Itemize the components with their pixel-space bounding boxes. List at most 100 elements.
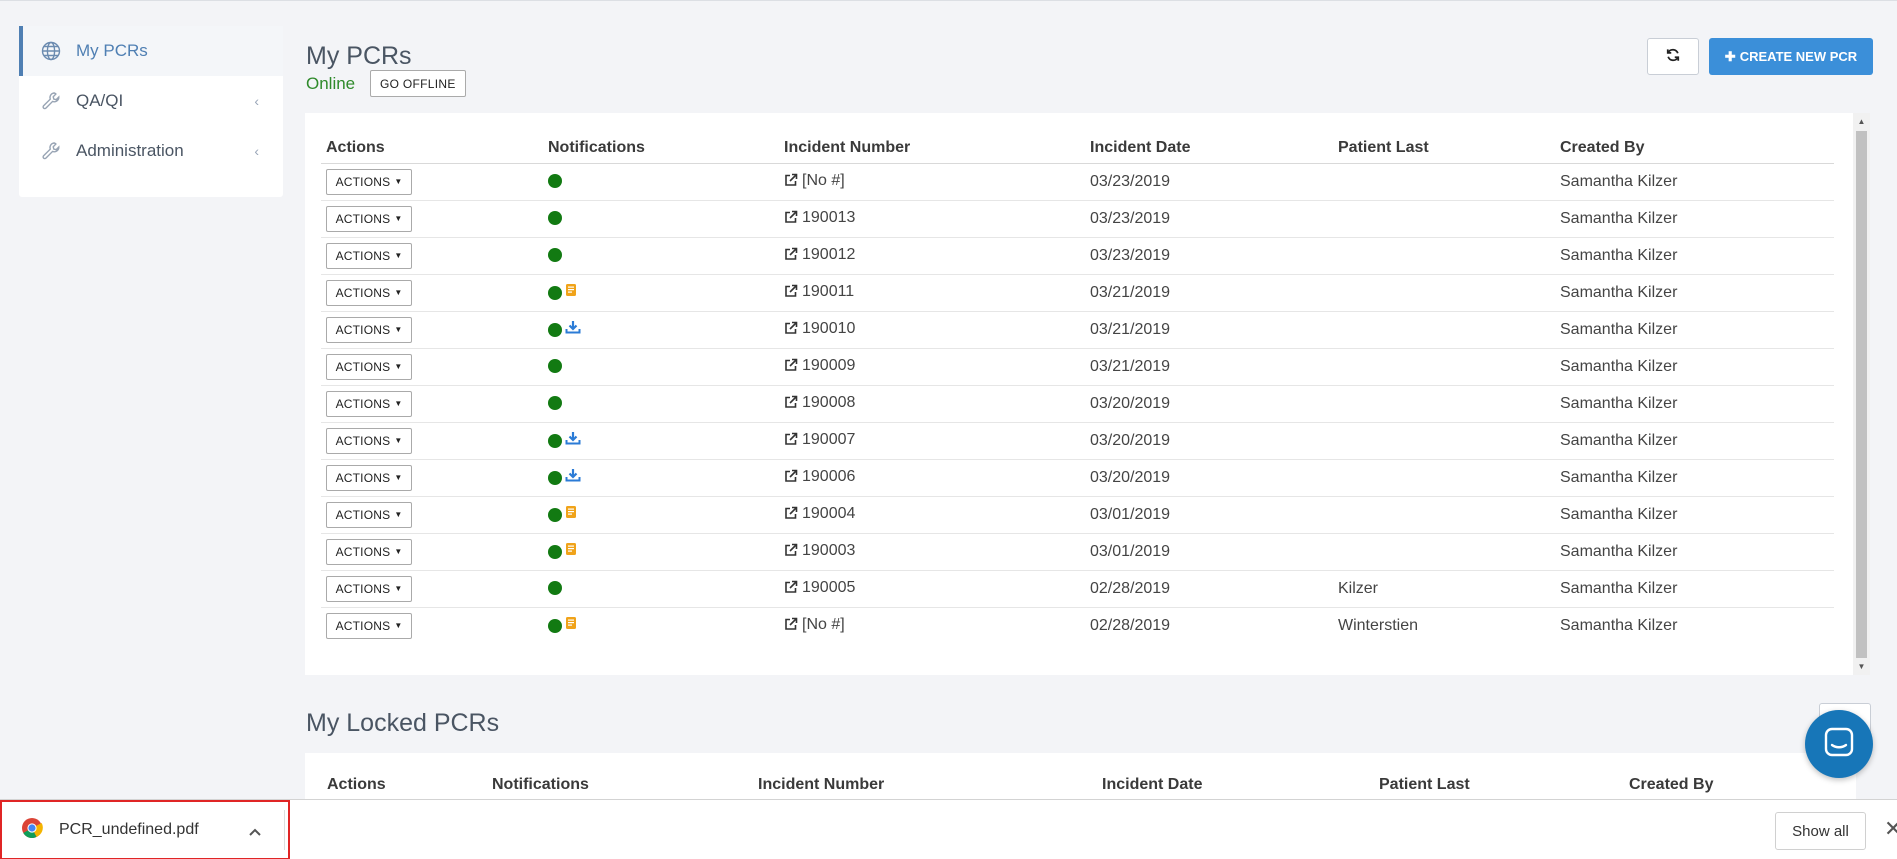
status-dot-icon [548, 285, 562, 300]
caret-down-icon: ▼ [394, 362, 403, 371]
chevron-up-icon[interactable] [248, 824, 262, 842]
external-link-icon[interactable] [784, 432, 798, 451]
actions-dropdown-button[interactable]: ACTIONS ▼ [326, 612, 412, 639]
cell-incident-number[interactable]: 190012 [779, 237, 1085, 275]
locked-column-header-notifications: Notifications [492, 776, 589, 793]
locked-column-header-created-by[interactable]: Created By [1629, 776, 1713, 794]
cell-incident-number[interactable]: 190009 [779, 348, 1085, 386]
actions-dropdown-button[interactable]: ACTIONS ▼ [326, 575, 412, 602]
external-link-icon[interactable] [784, 247, 798, 266]
cell-incident-number[interactable]: 190010 [779, 311, 1085, 349]
cell-patient-last [1333, 422, 1555, 460]
status-dot-icon [548, 248, 562, 263]
external-link-icon[interactable] [784, 617, 798, 636]
column-header-incident-number[interactable]: Incident Number [779, 131, 1085, 164]
actions-dropdown-button[interactable]: ACTIONS ▼ [326, 501, 412, 528]
external-link-icon[interactable] [784, 543, 798, 562]
sidebar-item-label: Administration [76, 141, 184, 160]
go-offline-button[interactable]: GO OFFLINE [370, 70, 466, 97]
column-header-incident-date[interactable]: Incident Date [1085, 131, 1333, 164]
incident-number-link[interactable]: 190009 [802, 357, 855, 374]
book-icon[interactable] [565, 505, 577, 524]
cell-incident-number[interactable]: 190013 [779, 200, 1085, 238]
incident-number-link[interactable]: 190005 [802, 579, 855, 596]
cell-created-by: Samantha Kilzer [1555, 348, 1834, 386]
incident-number-link[interactable]: [No #] [802, 616, 845, 633]
table-row: ACTIONS ▼ 190013 03/23/2019 Samantha Kilzer [321, 200, 1834, 238]
external-link-icon[interactable] [784, 210, 798, 229]
cell-incident-date: 03/21/2019 [1085, 348, 1333, 386]
external-link-icon[interactable] [784, 395, 798, 414]
incident-number-link[interactable]: 190012 [802, 246, 855, 263]
external-link-icon[interactable] [784, 580, 798, 599]
external-link-icon[interactable] [784, 173, 798, 192]
scroll-up-arrow-icon[interactable]: ▲ [1853, 113, 1870, 130]
actions-dropdown-button[interactable]: ACTIONS ▼ [326, 538, 412, 565]
book-icon[interactable] [565, 616, 577, 635]
actions-dropdown-button[interactable]: ACTIONS ▼ [326, 316, 412, 343]
scrollbar-thumb[interactable] [1856, 131, 1867, 658]
locked-column-header-incident-number[interactable]: Incident Number [758, 776, 884, 794]
external-link-icon[interactable] [784, 358, 798, 377]
cell-incident-number[interactable]: 190005 [779, 570, 1085, 608]
cell-notifications [543, 311, 779, 349]
locked-column-header-incident-date[interactable]: Incident Date [1102, 776, 1202, 794]
external-link-icon[interactable] [784, 469, 798, 488]
chat-launcher-button[interactable] [1805, 710, 1873, 778]
cell-actions: ACTIONS ▼ [321, 200, 543, 238]
cell-incident-number[interactable]: 190007 [779, 422, 1085, 460]
incident-number-link[interactable]: 190004 [802, 505, 855, 522]
cell-actions: ACTIONS ▼ [321, 348, 543, 386]
actions-dropdown-button[interactable]: ACTIONS ▼ [326, 242, 412, 269]
incident-number-link[interactable]: 190003 [802, 542, 855, 559]
incident-number-link[interactable]: 190011 [802, 283, 854, 300]
actions-dropdown-button[interactable]: ACTIONS ▼ [326, 390, 412, 417]
external-link-icon[interactable] [784, 321, 798, 340]
cell-incident-number[interactable]: 190011 [779, 274, 1085, 312]
cell-created-by: Samantha Kilzer [1555, 311, 1834, 349]
external-link-icon[interactable] [784, 284, 798, 303]
incident-number-link[interactable]: [No #] [802, 172, 845, 189]
cell-incident-number[interactable]: 190008 [779, 385, 1085, 423]
cell-created-by: Samantha Kilzer [1555, 570, 1834, 608]
actions-dropdown-button[interactable]: ACTIONS ▼ [326, 205, 412, 232]
download-icon[interactable] [565, 320, 581, 339]
actions-dropdown-button[interactable]: ACTIONS ▼ [326, 353, 412, 380]
cell-incident-number[interactable]: 190004 [779, 496, 1085, 534]
actions-dropdown-button[interactable]: ACTIONS ▼ [326, 464, 412, 491]
cell-incident-number[interactable]: 190003 [779, 533, 1085, 571]
cell-incident-number[interactable]: 190006 [779, 459, 1085, 497]
incident-number-link[interactable]: 190006 [802, 468, 855, 485]
download-icon[interactable] [565, 431, 581, 450]
book-icon[interactable] [565, 283, 577, 302]
incident-number-link[interactable]: 190008 [802, 394, 855, 411]
status-dot-icon [548, 581, 562, 596]
actions-dropdown-button[interactable]: ACTIONS ▼ [326, 168, 412, 195]
actions-dropdown-button[interactable]: ACTIONS ▼ [326, 427, 412, 454]
incident-number-link[interactable]: 190013 [802, 209, 855, 226]
cell-incident-number[interactable]: [No #] [779, 163, 1085, 201]
download-separator [284, 810, 285, 850]
cell-incident-number[interactable]: [No #] [779, 607, 1085, 644]
show-all-button[interactable]: Show all [1775, 812, 1866, 850]
external-link-icon[interactable] [784, 506, 798, 525]
create-new-pcr-button[interactable]: ✚ CREATE NEW PCR [1709, 38, 1873, 75]
column-header-created-by[interactable]: Created By [1555, 131, 1834, 164]
cell-actions: ACTIONS ▼ [321, 237, 543, 275]
incident-number-link[interactable]: 190007 [802, 431, 855, 448]
sidebar-item-my-pcrs[interactable]: My PCRs [19, 26, 283, 76]
sidebar-item-qa-qi[interactable]: QA/QI ‹ [19, 76, 283, 126]
locked-column-header-patient-last[interactable]: Patient Last [1379, 776, 1470, 794]
caret-down-icon: ▼ [394, 473, 403, 482]
actions-dropdown-button[interactable]: ACTIONS ▼ [326, 279, 412, 306]
book-icon[interactable] [565, 542, 577, 561]
sidebar-item-administration[interactable]: Administration ‹ [19, 126, 283, 176]
scroll-down-arrow-icon[interactable]: ▼ [1853, 658, 1870, 675]
incident-number-link[interactable]: 190010 [802, 320, 855, 337]
close-icon[interactable]: ✕ [1884, 816, 1897, 842]
table-scrollbar[interactable]: ▲ ▼ [1853, 113, 1870, 675]
column-header-patient-last[interactable]: Patient Last [1333, 131, 1555, 164]
refresh-button[interactable] [1647, 38, 1699, 75]
download-item[interactable]: PCR_undefined.pdf [0, 800, 290, 859]
download-icon[interactable] [565, 468, 581, 487]
